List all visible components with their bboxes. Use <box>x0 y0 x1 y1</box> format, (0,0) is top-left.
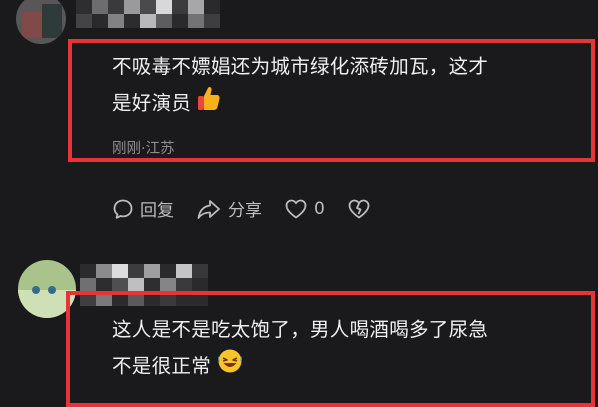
share-arrow-icon <box>197 199 220 219</box>
rofl-emoji-icon <box>217 348 243 386</box>
like-button[interactable]: 0 <box>284 198 325 220</box>
reply-button[interactable]: 回复 <box>112 196 174 221</box>
dislike-button[interactable] <box>347 198 377 220</box>
heart-icon <box>285 199 307 218</box>
avatar[interactable] <box>16 0 66 44</box>
comment-actions: 回复 分享 0 <box>112 196 399 221</box>
comment-text-line: 这人是不是吃太饱了，男人喝酒喝多了尿急 <box>112 318 489 341</box>
comment-text-line-2: 不是很正常 <box>112 354 212 378</box>
share-label: 分享 <box>228 201 262 221</box>
comment-text-line: 是好演员 <box>112 85 488 123</box>
comment-text: 这人是不是吃太饱了，男人喝酒喝多了尿急 不是很正常 <box>112 312 488 386</box>
comment-item-2: 这人是不是吃太饱了，男人喝酒喝多了尿急 不是很正常 <box>0 250 598 407</box>
thumbs-up-emoji-icon <box>197 85 221 123</box>
comment-meta: 刚刚·江苏 <box>112 141 175 157</box>
comment-bubble-icon <box>113 199 133 219</box>
comment-text: 不吸毒不嫖娼还为城市绿化添砖加瓦，这才 是好演员 <box>112 49 488 123</box>
share-button[interactable]: 分享 <box>196 196 262 221</box>
comment-text-line: 不吸毒不嫖娼还为城市绿化添砖加瓦，这才 <box>112 55 489 78</box>
comment-text-line-2: 是好演员 <box>112 91 192 115</box>
comment-text-line: 不是很正常 <box>112 348 488 386</box>
username-mosaic <box>76 0 220 28</box>
like-count: 0 <box>314 198 325 219</box>
reply-label: 回复 <box>140 201 174 221</box>
comment-item-1: 不吸毒不嫖娼还为城市绿化添砖加瓦，这才 是好演员 刚刚·江苏 回复 分享 0 <box>0 0 598 250</box>
broken-heart-icon <box>348 199 370 218</box>
